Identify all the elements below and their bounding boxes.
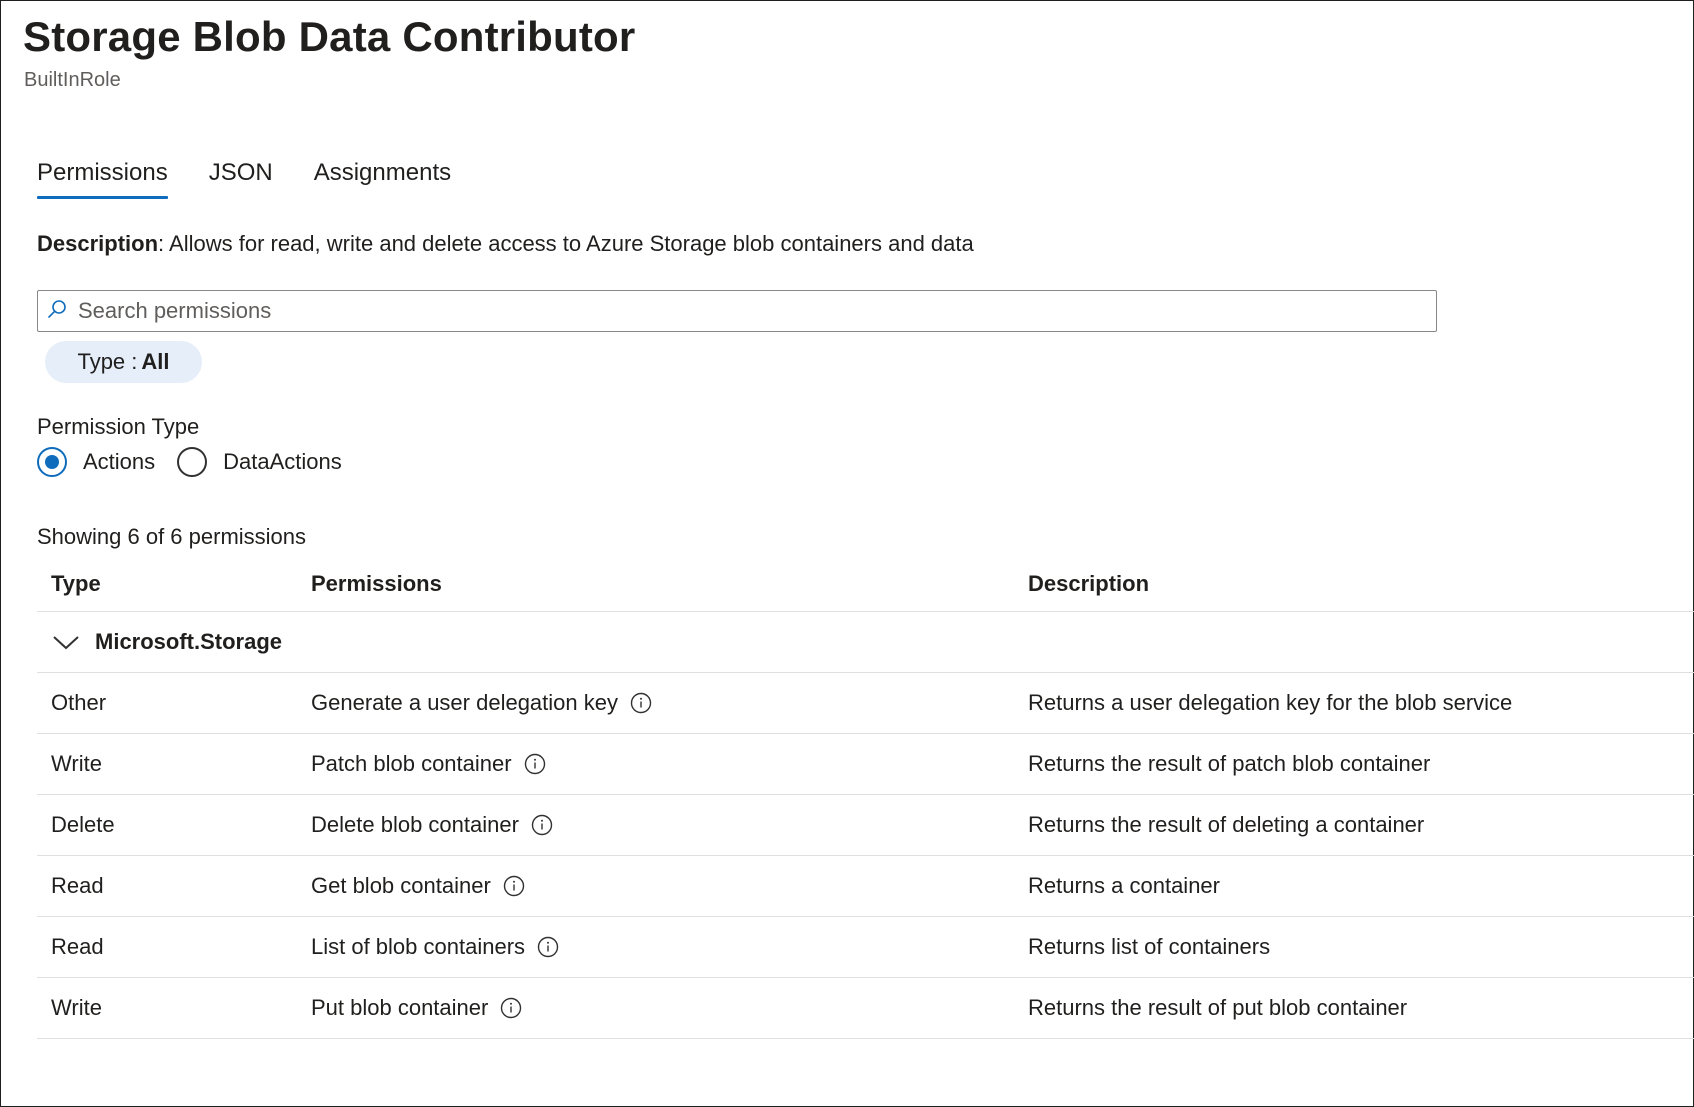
radio-dataactions[interactable]: DataActions <box>177 447 342 477</box>
row-type: Write <box>51 751 102 776</box>
permission-type-radio-group: Actions DataActions <box>37 447 364 477</box>
tab-bar: Permissions JSON Assignments <box>37 159 492 199</box>
type-filter-pill[interactable]: Type : All <box>45 341 202 383</box>
table-header: Type Permissions Description <box>37 556 1694 612</box>
row-description: Returns the result of patch blob contain… <box>1028 751 1431 776</box>
info-icon[interactable] <box>531 814 553 836</box>
tab-json[interactable]: JSON <box>209 159 273 199</box>
table-row: Other Generate a user delegation key Ret… <box>37 673 1694 734</box>
row-permission: Put blob container <box>311 995 522 1021</box>
page-title: Storage Blob Data Contributor <box>23 13 636 60</box>
table-row: Read List of blob containers Returns lis… <box>37 917 1694 978</box>
row-description: Returns the result of deleting a contain… <box>1028 812 1425 837</box>
filter-label: Type : <box>77 349 138 374</box>
table-row: Read Get blob container Returns a contai… <box>37 856 1694 917</box>
tab-permissions[interactable]: Permissions <box>37 159 168 199</box>
permission-name: Delete blob container <box>311 812 519 837</box>
group-toggle[interactable]: Microsoft.Storage <box>51 629 282 655</box>
description-label: Description <box>37 231 159 256</box>
search-icon <box>46 298 68 325</box>
permission-name: Patch blob container <box>311 751 512 776</box>
group-label: Microsoft.Storage <box>95 629 283 654</box>
row-permission: Generate a user delegation key <box>311 690 652 716</box>
info-icon[interactable] <box>537 936 559 958</box>
row-type: Write <box>51 995 102 1020</box>
permission-name: List of blob containers <box>311 934 526 959</box>
radio-actions[interactable]: Actions <box>37 447 155 477</box>
row-type: Delete <box>51 812 115 837</box>
column-header-permissions: Permissions <box>311 570 442 596</box>
info-icon[interactable] <box>524 753 546 775</box>
info-icon[interactable] <box>503 875 525 897</box>
info-icon[interactable] <box>630 692 652 714</box>
radio-selected-icon[interactable] <box>37 447 67 477</box>
role-description: Description: Allows for read, write and … <box>37 231 974 257</box>
search-input[interactable] <box>78 298 1378 324</box>
permission-name: Put blob container <box>311 995 489 1020</box>
row-permission: List of blob containers <box>311 934 559 960</box>
role-details-panel: Storage Blob Data Contributor BuiltInRol… <box>0 0 1694 1107</box>
tab-assignments[interactable]: Assignments <box>314 159 451 199</box>
permission-type-label: Permission Type <box>37 414 200 439</box>
row-type: Other <box>51 690 107 715</box>
page-subtitle: BuiltInRole <box>24 69 121 91</box>
row-permission: Get blob container <box>311 873 525 899</box>
row-description: Returns list of containers <box>1028 934 1271 959</box>
column-header-type: Type <box>51 570 101 596</box>
row-type: Read <box>51 934 104 959</box>
row-description: Returns a container <box>1028 873 1220 898</box>
row-description: Returns a user delegation key for the bl… <box>1028 690 1513 715</box>
table-row: Write Patch blob container Returns the r… <box>37 734 1694 795</box>
permissions-table: Type Permissions Description Microsoft.S… <box>37 556 1694 1039</box>
column-header-description: Description <box>1028 570 1150 596</box>
info-icon[interactable] <box>500 997 522 1019</box>
filter-value: All <box>141 349 170 374</box>
radio-dataactions-label: DataActions <box>223 449 342 474</box>
chevron-down-icon[interactable] <box>51 632 81 652</box>
radio-actions-label: Actions <box>83 449 156 474</box>
radio-unselected-icon[interactable] <box>177 447 208 477</box>
search-box[interactable] <box>37 290 1437 332</box>
results-count: Showing 6 of 6 permissions <box>37 524 307 549</box>
row-type: Read <box>51 873 104 898</box>
description-text: : Allows for read, write and delete acce… <box>158 231 974 256</box>
row-permission: Patch blob container <box>311 751 546 777</box>
permission-name: Get blob container <box>311 873 491 898</box>
permission-name: Generate a user delegation key <box>311 690 618 715</box>
row-permission: Delete blob container <box>311 812 553 838</box>
group-row[interactable]: Microsoft.Storage <box>37 612 1694 673</box>
table-row: Delete Delete blob container Returns the… <box>37 795 1694 856</box>
row-description: Returns the result of put blob container <box>1028 995 1408 1020</box>
table-row: Write Put blob container Returns the res… <box>37 978 1694 1039</box>
